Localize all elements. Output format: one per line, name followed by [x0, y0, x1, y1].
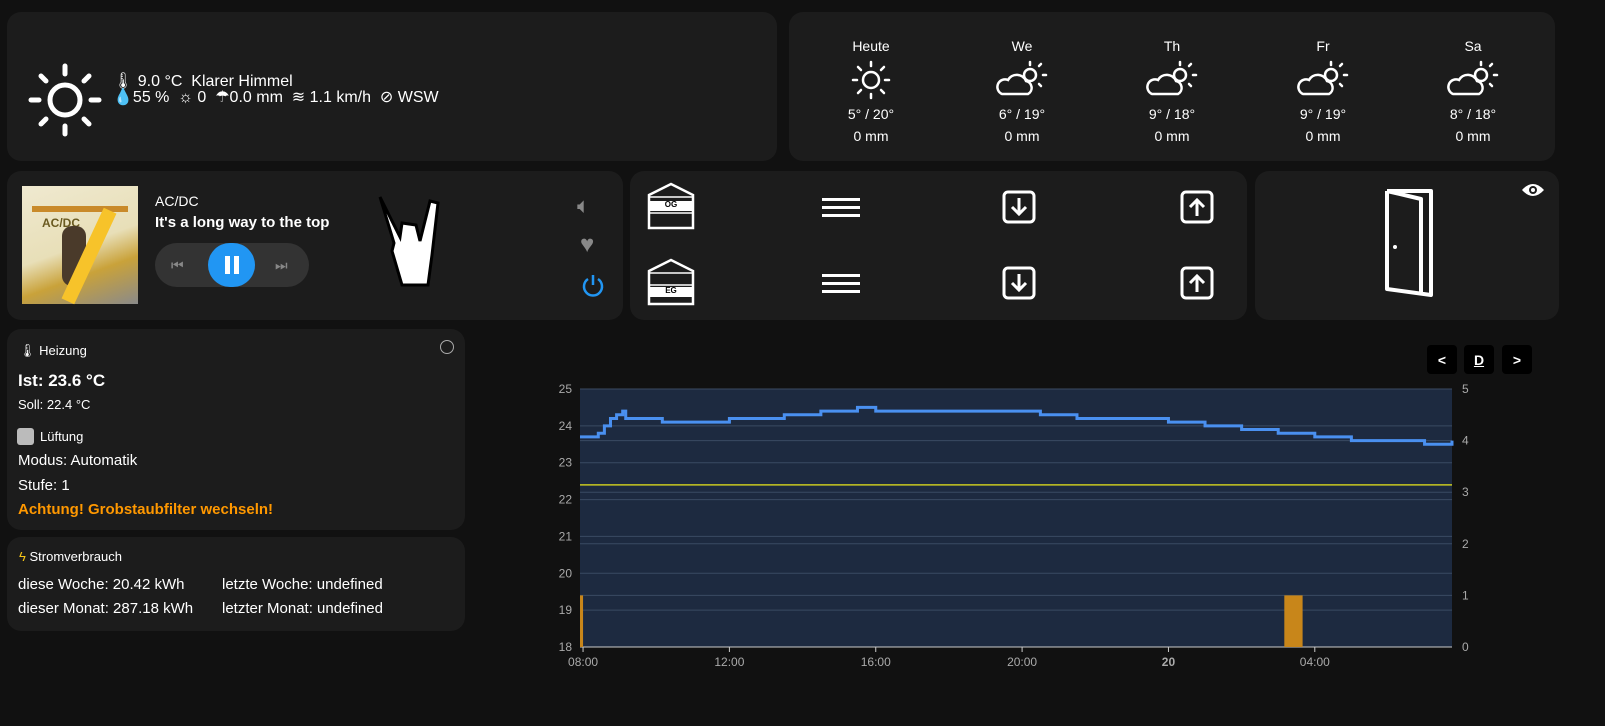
- y-left-tick-label: 21: [559, 529, 573, 543]
- y-right-tick-label: 5: [1462, 382, 1469, 396]
- y-left-tick-label: 19: [559, 603, 573, 617]
- y-right-tick-label: 2: [1462, 537, 1469, 551]
- x-tick-label: 08:00: [568, 655, 598, 669]
- temperature-chart: 181920212223242501234508:00 12:00 16:00 20:…: [559, 382, 1469, 669]
- y-left-tick-label: 25: [559, 382, 573, 396]
- x-tick-label: 20: [1162, 655, 1176, 669]
- plot-area: [580, 389, 1452, 647]
- y-right-tick-label: 0: [1462, 640, 1469, 654]
- heating-bar: [580, 595, 584, 647]
- y-left-tick-label: 22: [559, 493, 573, 507]
- y-left-tick-label: 24: [559, 419, 573, 433]
- x-tick-label: 04:00: [1300, 655, 1330, 669]
- heating-bar: [1284, 595, 1303, 647]
- y-left-tick-label: 23: [559, 456, 573, 470]
- x-tick-label: 12:00: [714, 655, 744, 669]
- y-right-tick-label: 3: [1462, 485, 1469, 499]
- y-right-tick-label: 4: [1462, 434, 1469, 448]
- x-tick-label: 16:00: [861, 655, 891, 669]
- y-right-tick-label: 1: [1462, 588, 1469, 602]
- y-left-tick-label: 20: [559, 566, 573, 580]
- y-left-tick-label: 18: [559, 640, 573, 654]
- x-tick-label: 20:00: [1007, 655, 1037, 669]
